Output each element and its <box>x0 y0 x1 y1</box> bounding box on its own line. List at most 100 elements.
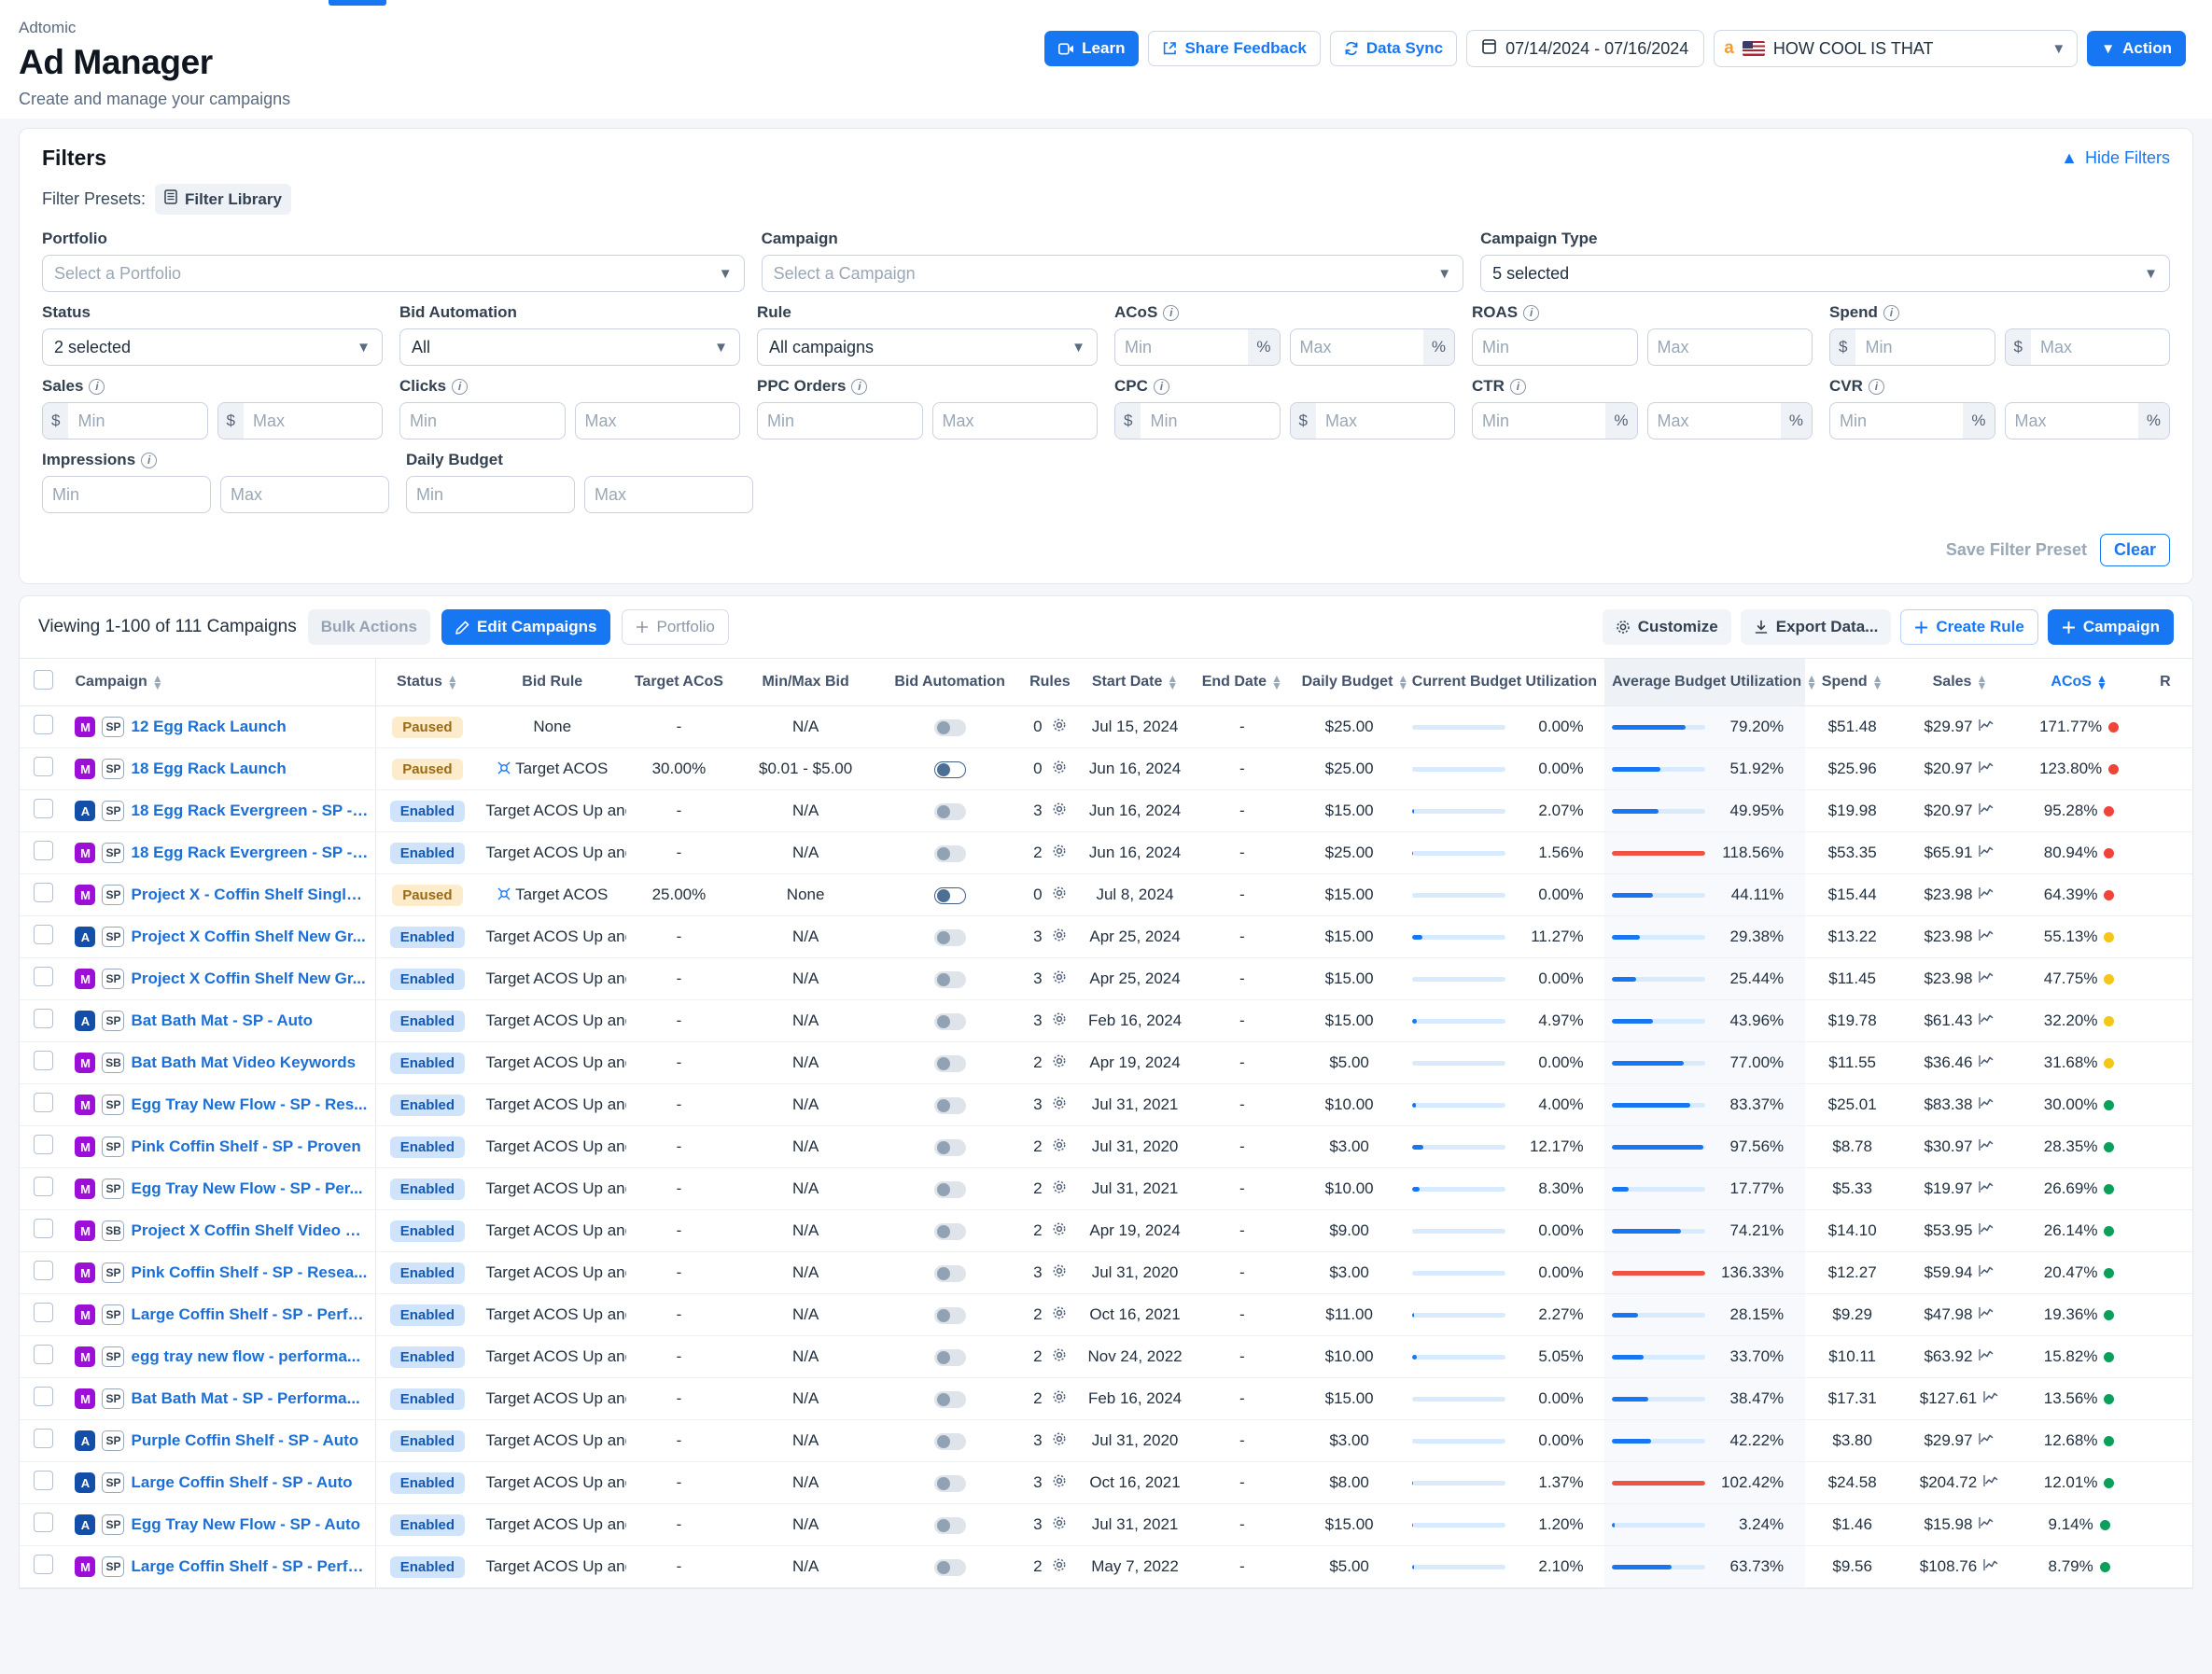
gear-icon[interactable] <box>1052 844 1067 863</box>
trend-chart-icon[interactable] <box>1979 887 1995 903</box>
gear-icon[interactable] <box>1052 970 1067 989</box>
bid-automation-toggle[interactable] <box>933 1474 966 1492</box>
trend-chart-icon[interactable] <box>1979 1433 1995 1449</box>
portfolio-select[interactable]: Select a Portfolio ▼ <box>42 255 745 292</box>
trend-chart-icon[interactable] <box>1979 1265 1995 1281</box>
row-checkbox[interactable] <box>34 925 54 944</box>
bid-automation-toggle[interactable] <box>933 1306 966 1324</box>
trend-chart-icon[interactable] <box>1979 1055 1995 1071</box>
gear-icon[interactable] <box>1052 802 1067 821</box>
gear-icon[interactable] <box>1052 718 1067 737</box>
row-checkbox[interactable] <box>34 1051 54 1070</box>
info-icon[interactable]: i <box>89 378 105 395</box>
bid-automation-select[interactable]: All ▼ <box>399 328 740 366</box>
table-row[interactable]: A SP Bat Bath Mat - SP - Auto Enabled Target… <box>20 999 2192 1042</box>
row-checkbox[interactable] <box>34 1513 54 1532</box>
info-icon[interactable]: i <box>851 378 868 395</box>
daily-budget-min-input[interactable]: Min <box>406 476 575 513</box>
gear-icon[interactable] <box>1052 886 1067 905</box>
column-status[interactable]: Status ▲ ▼ <box>375 658 479 706</box>
campaign-name-link[interactable]: Bat Bath Mat Video Keywords <box>131 1053 356 1072</box>
campaign-name-link[interactable]: Pink Coffin Shelf - SP - Resea... <box>131 1263 367 1282</box>
clear-filters-button[interactable]: Clear <box>2099 534 2170 566</box>
table-row[interactable]: M SP Egg Tray New Flow - SP - Per... Enable… <box>20 1167 2192 1210</box>
bid-automation-toggle[interactable] <box>933 1348 966 1366</box>
column-acos[interactable]: ACoS ▲ ▼ <box>2020 658 2138 706</box>
table-row[interactable]: M SP 18 Egg Rack Evergreen - SP - ... Enabl… <box>20 831 2192 874</box>
column-target-acos[interactable]: Target ACoS <box>626 658 732 706</box>
gear-icon[interactable] <box>1052 760 1067 779</box>
sales-min-input[interactable]: $ Min <box>42 402 208 439</box>
bid-automation-toggle[interactable] <box>933 1012 966 1030</box>
bid-automation-toggle[interactable] <box>933 1432 966 1450</box>
table-row[interactable]: M SP Pink Coffin Shelf - SP - Proven Enable… <box>20 1125 2192 1168</box>
cvr-min-input[interactable]: Min% <box>1829 402 1995 439</box>
table-row[interactable]: M SP Large Coffin Shelf - SP - Perfo... Ena… <box>20 1293 2192 1336</box>
cpc-min-input[interactable]: $ Min <box>1114 402 1281 439</box>
bid-automation-toggle[interactable] <box>933 1558 966 1576</box>
trend-chart-icon[interactable] <box>1983 1391 2000 1407</box>
bid-automation-toggle[interactable] <box>933 1096 966 1114</box>
table-row[interactable]: A SP Project X Coffin Shelf New Gr... Enabl… <box>20 915 2192 958</box>
bid-automation-toggle[interactable] <box>933 1264 966 1282</box>
gear-icon[interactable] <box>1052 1137 1067 1157</box>
clicks-max-input[interactable]: Max <box>574 402 740 439</box>
table-row[interactable]: A SP Purple Coffin Shelf - SP - Auto Enable… <box>20 1419 2192 1462</box>
select-all-checkbox[interactable] <box>34 670 54 690</box>
gear-icon[interactable] <box>1052 1263 1067 1283</box>
row-checkbox[interactable] <box>34 883 54 902</box>
save-filter-preset-button[interactable]: Save Filter Preset <box>1946 540 2087 560</box>
spend-max-input[interactable]: $ Max <box>2004 328 2170 366</box>
bid-automation-toggle[interactable] <box>933 718 966 736</box>
row-checkbox[interactable] <box>34 799 54 818</box>
table-row[interactable]: M SB Bat Bath Mat Video Keywords Enabled Tar… <box>20 1041 2192 1084</box>
column-average-budget-utilization[interactable]: Average Budget Utilization ▲ ▼ <box>1604 658 1817 706</box>
info-icon[interactable]: i <box>1523 304 1540 321</box>
table-row[interactable]: M SP Project X - Coffin Shelf Single ... Pa… <box>20 873 2192 916</box>
campaign-name-link[interactable]: Large Coffin Shelf - SP - Perfo... <box>131 1305 368 1324</box>
table-row[interactable]: M SP Pink Coffin Shelf - SP - Resea... Enab… <box>20 1251 2192 1294</box>
bid-automation-toggle[interactable] <box>933 970 966 988</box>
bid-automation-toggle[interactable] <box>933 844 966 862</box>
ppc-orders-max-input[interactable]: Max <box>931 402 1098 439</box>
column-rules[interactable]: Rules <box>1019 658 1081 706</box>
sales-max-input[interactable]: $ Max <box>217 402 383 439</box>
customize-button[interactable]: Customize <box>1602 609 1731 645</box>
row-checkbox[interactable] <box>34 1555 54 1574</box>
clicks-min-input[interactable]: Min <box>399 402 566 439</box>
share-feedback-button[interactable]: Share Feedback <box>1148 31 1321 66</box>
trend-chart-icon[interactable] <box>1979 1181 1995 1197</box>
info-icon[interactable]: i <box>1868 378 1884 395</box>
table-row[interactable]: A SP Large Coffin Shelf - SP - Auto Enabled… <box>20 1461 2192 1504</box>
trend-chart-icon[interactable] <box>1979 1097 1995 1113</box>
gear-icon[interactable] <box>1052 1053 1067 1073</box>
learn-button[interactable]: Learn <box>1044 31 1140 66</box>
ctr-max-input[interactable]: Max% <box>1646 402 1813 439</box>
trend-chart-icon[interactable] <box>1979 1223 1995 1239</box>
create-campaign-button[interactable]: Campaign <box>2047 609 2174 645</box>
rule-select[interactable]: All campaigns ▼ <box>757 328 1098 366</box>
campaign-name-link[interactable]: egg tray new flow - performa... <box>131 1347 360 1366</box>
trend-chart-icon[interactable] <box>1979 1517 1995 1533</box>
campaign-name-link[interactable]: 18 Egg Rack Evergreen - SP - ... <box>131 844 368 862</box>
trend-chart-icon[interactable] <box>1979 761 1995 777</box>
campaign-name-link[interactable]: Project X Coffin Shelf New Gr... <box>131 970 365 988</box>
roas-max-input[interactable]: Max <box>1646 328 1813 366</box>
column-daily-budget[interactable]: Daily Budget ▲ ▼ <box>1294 658 1408 706</box>
trend-chart-icon[interactable] <box>1979 803 1995 819</box>
info-icon[interactable]: i <box>1509 378 1526 395</box>
acos-max-input[interactable]: Max % <box>1289 328 1455 366</box>
trend-chart-icon[interactable] <box>1979 1307 1995 1323</box>
gear-icon[interactable] <box>1052 928 1067 947</box>
row-checkbox[interactable] <box>34 1219 54 1238</box>
row-checkbox[interactable] <box>34 841 54 860</box>
export-data-button[interactable]: Export Data... <box>1740 609 1892 645</box>
row-checkbox[interactable] <box>34 1009 54 1028</box>
gear-icon[interactable] <box>1052 1347 1067 1367</box>
campaign-name-link[interactable]: Egg Tray New Flow - SP - Auto <box>131 1515 360 1534</box>
gear-icon[interactable] <box>1052 1095 1067 1115</box>
bid-automation-toggle[interactable] <box>933 1222 966 1240</box>
campaign-name-link[interactable]: 18 Egg Rack Launch <box>131 760 286 778</box>
column-next[interactable]: R <box>2137 658 2192 706</box>
gear-icon[interactable] <box>1052 1473 1067 1493</box>
